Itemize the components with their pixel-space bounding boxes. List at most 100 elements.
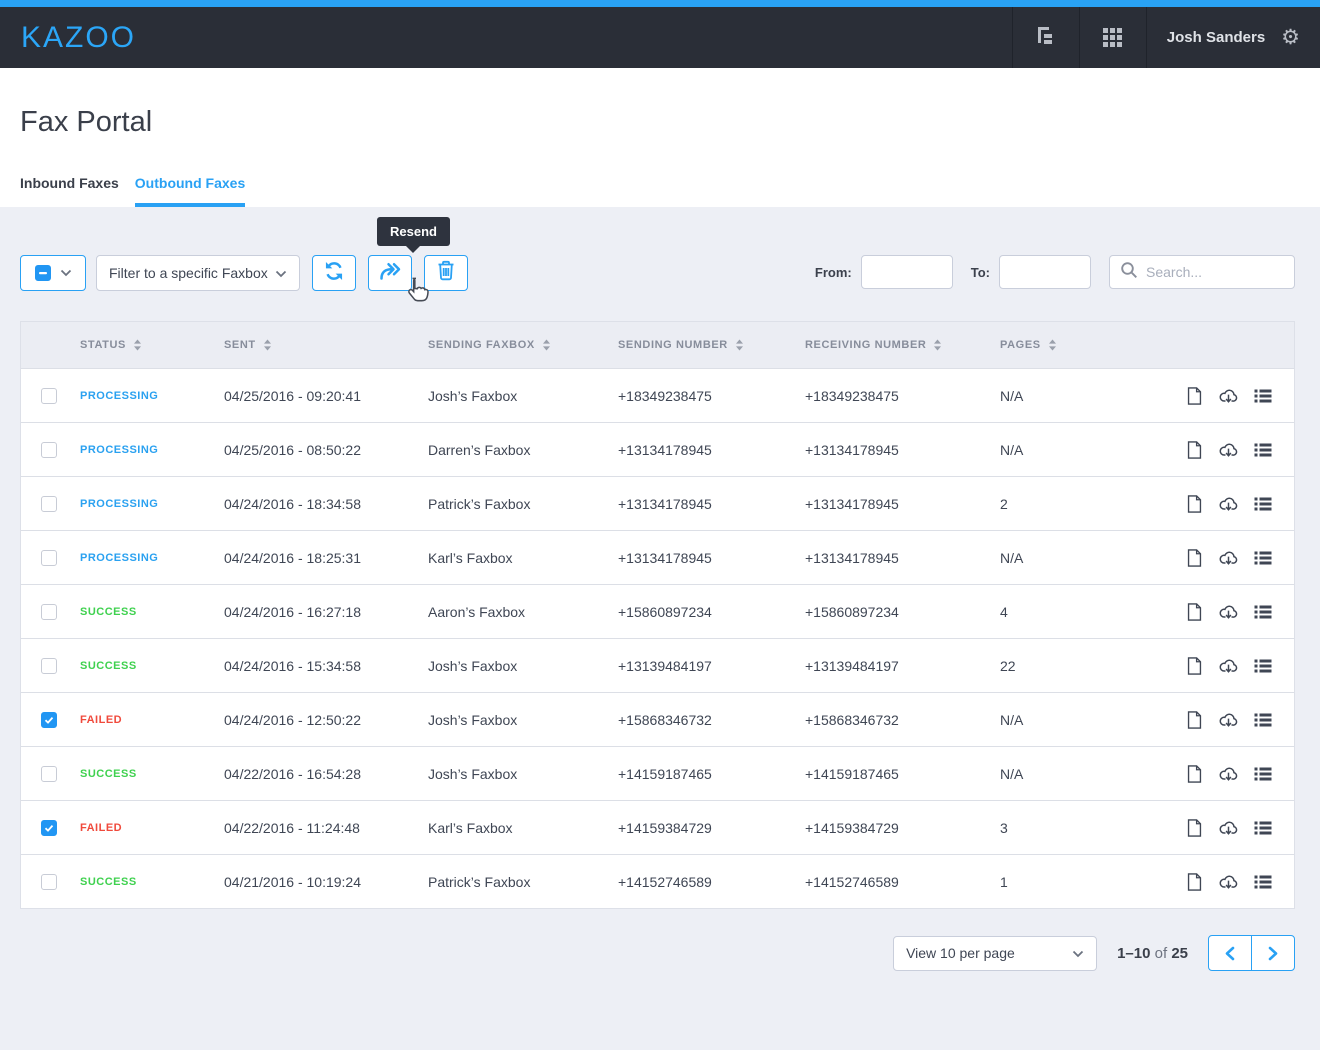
receiving-number: +13134178945 [805, 550, 1000, 566]
faxbox-filter-dropdown[interactable]: Filter to a specific Faxbox [96, 255, 300, 291]
chevron-down-icon [1072, 945, 1084, 961]
sent-timestamp: 04/22/2016 - 16:54:28 [224, 766, 428, 782]
sending-number: +15860897234 [618, 604, 805, 620]
details-list-icon[interactable] [1254, 496, 1272, 512]
status-badge: SUCCESS [80, 660, 224, 672]
details-list-icon[interactable] [1254, 874, 1272, 890]
view-fax-icon[interactable] [1186, 764, 1203, 784]
details-list-icon[interactable] [1254, 442, 1272, 458]
row-checkbox[interactable] [41, 658, 57, 674]
download-icon[interactable] [1218, 818, 1239, 837]
tab-inbound-faxes[interactable]: Inbound Faxes [20, 175, 119, 207]
status-badge: PROCESSING [80, 444, 224, 456]
details-list-icon[interactable] [1254, 820, 1272, 836]
refresh-button[interactable] [312, 255, 356, 291]
view-fax-icon[interactable] [1186, 494, 1203, 514]
view-fax-icon[interactable] [1186, 440, 1203, 460]
hierarchy-nav-button[interactable] [1012, 7, 1079, 68]
search-input[interactable] [1146, 264, 1284, 280]
search-box[interactable] [1109, 255, 1295, 289]
per-page-label: View 10 per page [906, 945, 1015, 961]
page-header: Fax Portal Inbound Faxes Outbound Faxes [0, 68, 1320, 207]
from-date-input[interactable] [861, 255, 953, 289]
column-header-sending-number[interactable]: SENDING NUMBER [618, 339, 805, 351]
view-fax-icon[interactable] [1186, 656, 1203, 676]
download-icon[interactable] [1218, 386, 1239, 405]
user-menu[interactable]: Josh Sanders ⚙ [1146, 7, 1320, 68]
pages-count: 1 [1000, 874, 1184, 890]
sent-timestamp: 04/24/2016 - 12:50:22 [224, 712, 428, 728]
column-header-status[interactable]: STATUS [80, 339, 224, 351]
download-icon[interactable] [1218, 764, 1239, 783]
row-checkbox[interactable] [41, 442, 57, 458]
sent-timestamp: 04/24/2016 - 15:34:58 [224, 658, 428, 674]
per-page-dropdown[interactable]: View 10 per page [893, 936, 1097, 971]
receiving-number: +15868346732 [805, 712, 1000, 728]
pages-count: N/A [1000, 442, 1184, 458]
details-list-icon[interactable] [1254, 658, 1272, 674]
select-all-dropdown[interactable] [20, 255, 86, 291]
download-icon[interactable] [1218, 494, 1239, 513]
view-fax-icon[interactable] [1186, 818, 1203, 838]
column-header-pages[interactable]: PAGES [1000, 339, 1184, 351]
details-list-icon[interactable] [1254, 712, 1272, 728]
table-row: SUCCESS 04/22/2016 - 16:54:28 Josh’s Fax… [21, 746, 1294, 800]
status-badge: FAILED [80, 714, 224, 726]
download-icon[interactable] [1218, 548, 1239, 567]
details-list-icon[interactable] [1254, 604, 1272, 620]
table-row: SUCCESS 04/21/2016 - 10:19:24 Patrick’s … [21, 854, 1294, 908]
pages-count: N/A [1000, 766, 1184, 782]
row-checkbox[interactable] [41, 550, 57, 566]
sending-number: +15868346732 [618, 712, 805, 728]
gear-icon[interactable]: ⚙ [1281, 27, 1300, 48]
column-header-sending-faxbox[interactable]: SENDING FAXBOX [428, 339, 618, 351]
pages-count: N/A [1000, 550, 1184, 566]
pages-count: N/A [1000, 388, 1184, 404]
row-checkbox[interactable] [41, 712, 57, 728]
download-icon[interactable] [1218, 440, 1239, 459]
view-fax-icon[interactable] [1186, 872, 1203, 892]
content-area: Resend Filter to a specific Faxbox [0, 207, 1320, 1011]
column-header-receiving-number[interactable]: RECEIVING NUMBER [805, 339, 1000, 351]
download-icon[interactable] [1218, 710, 1239, 729]
pages-count: 22 [1000, 658, 1184, 674]
row-checkbox[interactable] [41, 874, 57, 890]
user-name: Josh Sanders [1167, 29, 1265, 46]
pagination-bar: View 10 per page 1–10 of 25 [20, 935, 1295, 1011]
sort-icon [263, 339, 272, 351]
navbar: KAZOO Josh Sanders ⚙ [0, 7, 1320, 68]
to-label: To: [971, 265, 990, 280]
view-fax-icon[interactable] [1186, 602, 1203, 622]
download-icon[interactable] [1218, 602, 1239, 621]
view-fax-icon[interactable] [1186, 710, 1203, 730]
delete-button[interactable] [424, 255, 468, 291]
toolbar: Resend Filter to a specific Faxbox [20, 207, 1295, 291]
row-checkbox[interactable] [41, 388, 57, 404]
view-fax-icon[interactable] [1186, 548, 1203, 568]
details-list-icon[interactable] [1254, 388, 1272, 404]
chevron-right-icon [1267, 946, 1279, 961]
status-badge: FAILED [80, 822, 224, 834]
sending-number: +14159384729 [618, 820, 805, 836]
sending-faxbox: Josh’s Faxbox [428, 766, 618, 782]
tab-outbound-faxes[interactable]: Outbound Faxes [135, 175, 245, 207]
row-checkbox[interactable] [41, 766, 57, 782]
to-date-input[interactable] [999, 255, 1091, 289]
column-header-sent[interactable]: SENT [224, 339, 428, 351]
sent-timestamp: 04/22/2016 - 11:24:48 [224, 820, 428, 836]
download-icon[interactable] [1218, 656, 1239, 675]
download-icon[interactable] [1218, 872, 1239, 891]
details-list-icon[interactable] [1254, 550, 1272, 566]
details-list-icon[interactable] [1254, 766, 1272, 782]
view-fax-icon[interactable] [1186, 386, 1203, 406]
select-all-checkbox[interactable] [35, 265, 51, 281]
pages-count: 3 [1000, 820, 1184, 836]
previous-page-button[interactable] [1208, 935, 1252, 971]
apps-nav-button[interactable] [1079, 7, 1146, 68]
next-page-button[interactable] [1251, 935, 1295, 971]
row-checkbox[interactable] [41, 820, 57, 836]
table-row: PROCESSING 04/24/2016 - 18:25:31 Karl’s … [21, 530, 1294, 584]
row-checkbox[interactable] [41, 604, 57, 620]
row-checkbox[interactable] [41, 496, 57, 512]
table-body: PROCESSING 04/25/2016 - 09:20:41 Josh’s … [21, 368, 1294, 908]
